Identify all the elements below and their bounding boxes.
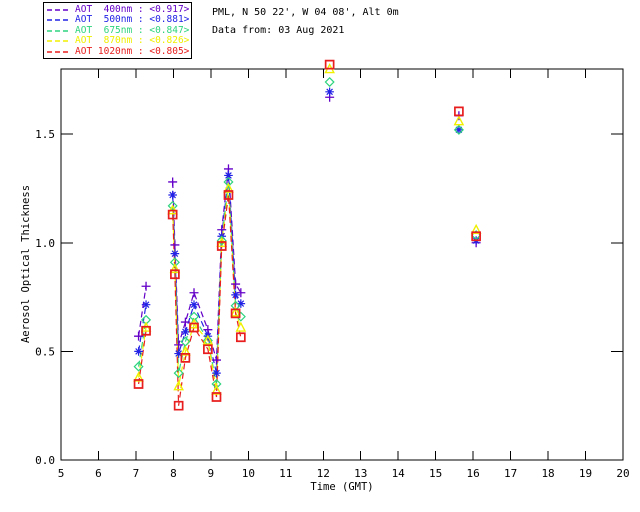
plot-frame [60, 68, 624, 461]
series-markers-675nm [133, 76, 482, 390]
aot-time-series-plot: AOT 400nm : <0.917> AOT 500nm : <0.881> AO… [0, 0, 640, 512]
x-tick-label: 6 [95, 467, 102, 480]
plus-marker [231, 279, 241, 289]
x-tick-label: 16 [467, 467, 480, 480]
x-tick-label: 19 [579, 467, 592, 480]
plus-marker [189, 288, 199, 298]
x-tick-label: 13 [354, 467, 367, 480]
asterisk-marker [454, 125, 464, 135]
x-tick-label: 9 [208, 467, 215, 480]
site-info-line: PML, N 50 22', W 04 08', Alt 0m [212, 7, 399, 18]
series-markers-400nm [134, 92, 481, 365]
y-axis-title: Aerosol Optical Thickness [20, 185, 32, 343]
legend-label: AOT 500nm : <0.881> [75, 14, 190, 25]
y-tick-label: 1.5 [35, 128, 55, 141]
x-tick-label: 7 [133, 467, 140, 480]
legend: AOT 400nm : <0.917> AOT 500nm : <0.881> AO… [43, 2, 192, 59]
diamond-marker [324, 76, 335, 88]
x-tick-label: 8 [170, 467, 177, 480]
legend-item-500nm: AOT 500nm : <0.881> [47, 15, 191, 25]
x-tick-label: 20 [616, 467, 629, 480]
asterisk-marker [170, 249, 180, 258]
x-tick-label: 12 [317, 467, 330, 480]
y-tick-label: 0.5 [35, 345, 55, 358]
series-line-500nm [139, 175, 477, 373]
y-tick-label: 1.0 [35, 237, 55, 250]
plus-marker [180, 317, 190, 327]
legend-line-sample [47, 50, 71, 53]
plot-area: 5 6 7 8 9 10 11 12 13 14 15 16 17 18 19 20 0.0 0.5 1.0 1.5 T… [20, 59, 630, 493]
triangle-marker [453, 115, 465, 126]
plus-marker [168, 177, 178, 187]
plus-marker [141, 281, 151, 291]
x-tick-label: 17 [504, 467, 517, 480]
legend-line-sample [47, 19, 71, 21]
legend-line-sample [47, 29, 71, 32]
series-markers-1020nm [133, 59, 481, 411]
plus-marker [211, 355, 221, 365]
legend-label: AOT 870nm : <0.826> [75, 35, 190, 46]
x-axis-title: Time (GMT) [310, 481, 373, 493]
x-tick-label: 5 [58, 467, 65, 480]
legend-item-1020nm: AOT 1020nm : <0.805> [47, 45, 191, 57]
asterisk-marker [231, 290, 240, 300]
y-tick-label: 0.0 [35, 454, 55, 467]
legend-item-675nm: AOT 675nm : <0.847> [47, 24, 191, 36]
legend-label: AOT 400nm : <0.917> [75, 3, 190, 15]
x-tick-label: 15 [429, 467, 442, 480]
x-tick-label: 18 [541, 467, 554, 480]
x-tick-label: 10 [242, 467, 255, 480]
series-line-1020nm [139, 195, 477, 406]
legend-line-sample [47, 40, 71, 42]
asterisk-marker [189, 300, 199, 309]
square-marker [235, 332, 246, 343]
series-markers-500nm [134, 87, 481, 378]
asterisk-marker [325, 87, 334, 97]
legend-line-sample [47, 8, 71, 11]
asterisk-marker [181, 327, 190, 337]
asterisk-marker [168, 190, 177, 200]
legend-item-400nm: AOT 400nm : <0.917> [47, 3, 191, 15]
legend-item-870nm: AOT 870nm : <0.826> [47, 36, 191, 46]
legend-label: AOT 675nm : <0.847> [75, 24, 190, 36]
date-info-line: Data from: 03 Aug 2021 [212, 25, 345, 36]
legend-label: AOT 1020nm : <0.805> [75, 45, 190, 57]
plus-marker [170, 240, 180, 250]
x-tick-label: 14 [392, 467, 406, 480]
x-tick-label: 11 [279, 467, 292, 480]
